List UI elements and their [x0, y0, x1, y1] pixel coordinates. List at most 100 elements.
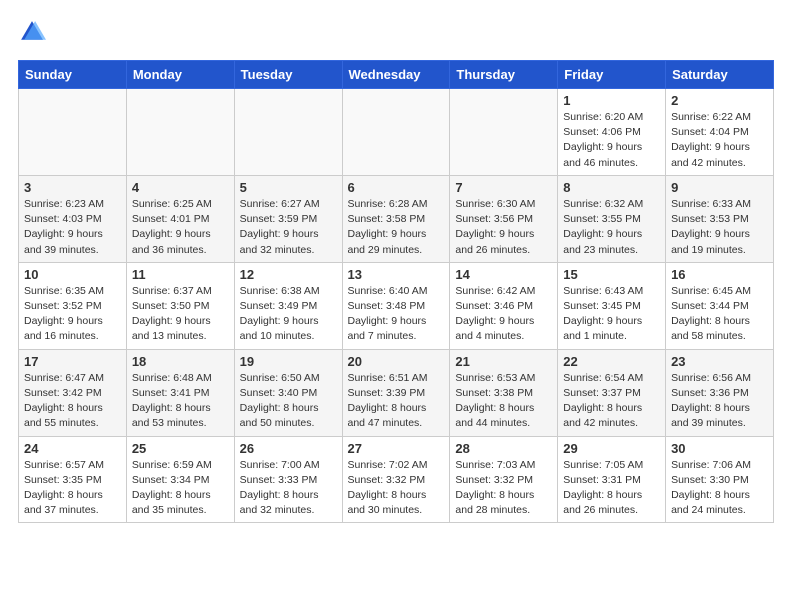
- day-info: Sunrise: 6:20 AM Sunset: 4:06 PM Dayligh…: [563, 110, 660, 171]
- calendar-cell: [19, 89, 127, 176]
- day-info: Sunrise: 7:00 AM Sunset: 3:33 PM Dayligh…: [240, 458, 337, 519]
- calendar-cell: [234, 89, 342, 176]
- day-info: Sunrise: 6:50 AM Sunset: 3:40 PM Dayligh…: [240, 371, 337, 432]
- day-info: Sunrise: 6:37 AM Sunset: 3:50 PM Dayligh…: [132, 284, 229, 345]
- day-info: Sunrise: 6:48 AM Sunset: 3:41 PM Dayligh…: [132, 371, 229, 432]
- calendar-cell: 27 Sunrise: 7:02 AM Sunset: 3:32 PM Dayli…: [342, 436, 450, 523]
- calendar-cell: 3 Sunrise: 6:23 AM Sunset: 4:03 PM Daylig…: [19, 175, 127, 262]
- day-number: 14: [455, 267, 552, 282]
- day-info: Sunrise: 6:47 AM Sunset: 3:42 PM Dayligh…: [24, 371, 121, 432]
- calendar-cell: 24Sunrise: 6:57 AM Sunset: 3:35 PM Dayli…: [19, 436, 127, 523]
- day-number: 13: [348, 267, 445, 282]
- calendar-cell: 18 Sunrise: 6:48 AM Sunset: 3:41 PM Dayli…: [126, 349, 234, 436]
- day-number: 7: [455, 180, 552, 195]
- calendar-week-row: 24Sunrise: 6:57 AM Sunset: 3:35 PM Dayli…: [19, 436, 774, 523]
- calendar-header-tuesday: Tuesday: [234, 61, 342, 89]
- calendar-cell: 4Sunrise: 6:25 AM Sunset: 4:01 PM Daylig…: [126, 175, 234, 262]
- calendar-cell: 25Sunrise: 6:59 AM Sunset: 3:34 PM Dayli…: [126, 436, 234, 523]
- day-info: Sunrise: 6:30 AM Sunset: 3:56 PM Dayligh…: [455, 197, 552, 258]
- calendar-cell: 8 Sunrise: 6:32 AM Sunset: 3:55 PM Daylig…: [558, 175, 666, 262]
- day-info: Sunrise: 6:53 AM Sunset: 3:38 PM Dayligh…: [455, 371, 552, 432]
- day-info: Sunrise: 6:51 AM Sunset: 3:39 PM Dayligh…: [348, 371, 445, 432]
- calendar-cell: 11 Sunrise: 6:37 AM Sunset: 3:50 PM Dayli…: [126, 262, 234, 349]
- calendar-cell: 17 Sunrise: 6:47 AM Sunset: 3:42 PM Dayli…: [19, 349, 127, 436]
- calendar-week-row: 17 Sunrise: 6:47 AM Sunset: 3:42 PM Dayli…: [19, 349, 774, 436]
- day-number: 15: [563, 267, 660, 282]
- logo-icon: [18, 18, 46, 46]
- day-info: Sunrise: 6:28 AM Sunset: 3:58 PM Dayligh…: [348, 197, 445, 258]
- page: SundayMondayTuesdayWednesdayThursdayFrid…: [0, 0, 792, 533]
- logo: [18, 18, 50, 46]
- day-info: Sunrise: 6:38 AM Sunset: 3:49 PM Dayligh…: [240, 284, 337, 345]
- calendar-cell: [126, 89, 234, 176]
- day-number: 9: [671, 180, 768, 195]
- calendar-cell: 9 Sunrise: 6:33 AM Sunset: 3:53 PM Daylig…: [666, 175, 774, 262]
- day-number: 28: [455, 441, 552, 456]
- calendar-cell: 26 Sunrise: 7:00 AM Sunset: 3:33 PM Dayli…: [234, 436, 342, 523]
- day-number: 19: [240, 354, 337, 369]
- calendar-cell: 30 Sunrise: 7:06 AM Sunset: 3:30 PM Dayli…: [666, 436, 774, 523]
- calendar-header-friday: Friday: [558, 61, 666, 89]
- day-info: Sunrise: 6:22 AM Sunset: 4:04 PM Dayligh…: [671, 110, 768, 171]
- header: [18, 18, 774, 46]
- day-number: 29: [563, 441, 660, 456]
- day-number: 1: [563, 93, 660, 108]
- day-info: Sunrise: 6:57 AM Sunset: 3:35 PM Dayligh…: [24, 458, 121, 519]
- day-info: Sunrise: 6:27 AM Sunset: 3:59 PM Dayligh…: [240, 197, 337, 258]
- calendar-cell: 19 Sunrise: 6:50 AM Sunset: 3:40 PM Dayli…: [234, 349, 342, 436]
- day-info: Sunrise: 6:40 AM Sunset: 3:48 PM Dayligh…: [348, 284, 445, 345]
- day-number: 27: [348, 441, 445, 456]
- calendar-cell: [342, 89, 450, 176]
- day-info: Sunrise: 7:05 AM Sunset: 3:31 PM Dayligh…: [563, 458, 660, 519]
- calendar-header-thursday: Thursday: [450, 61, 558, 89]
- calendar-cell: 5 Sunrise: 6:27 AM Sunset: 3:59 PM Daylig…: [234, 175, 342, 262]
- day-number: 4: [132, 180, 229, 195]
- day-number: 5: [240, 180, 337, 195]
- calendar-cell: 6 Sunrise: 6:28 AM Sunset: 3:58 PM Daylig…: [342, 175, 450, 262]
- calendar-week-row: 3 Sunrise: 6:23 AM Sunset: 4:03 PM Daylig…: [19, 175, 774, 262]
- day-number: 20: [348, 354, 445, 369]
- day-info: Sunrise: 6:54 AM Sunset: 3:37 PM Dayligh…: [563, 371, 660, 432]
- calendar-week-row: 10Sunrise: 6:35 AM Sunset: 3:52 PM Dayli…: [19, 262, 774, 349]
- day-number: 23: [671, 354, 768, 369]
- calendar-cell: 20 Sunrise: 6:51 AM Sunset: 3:39 PM Dayli…: [342, 349, 450, 436]
- day-number: 11: [132, 267, 229, 282]
- day-number: 26: [240, 441, 337, 456]
- day-info: Sunrise: 7:06 AM Sunset: 3:30 PM Dayligh…: [671, 458, 768, 519]
- day-number: 6: [348, 180, 445, 195]
- calendar-cell: 16 Sunrise: 6:45 AM Sunset: 3:44 PM Dayli…: [666, 262, 774, 349]
- calendar-header-wednesday: Wednesday: [342, 61, 450, 89]
- day-number: 30: [671, 441, 768, 456]
- day-info: Sunrise: 6:42 AM Sunset: 3:46 PM Dayligh…: [455, 284, 552, 345]
- day-info: Sunrise: 6:32 AM Sunset: 3:55 PM Dayligh…: [563, 197, 660, 258]
- day-info: Sunrise: 6:45 AM Sunset: 3:44 PM Dayligh…: [671, 284, 768, 345]
- day-number: 22: [563, 354, 660, 369]
- calendar-cell: 29 Sunrise: 7:05 AM Sunset: 3:31 PM Dayli…: [558, 436, 666, 523]
- calendar-cell: 28 Sunrise: 7:03 AM Sunset: 3:32 PM Dayli…: [450, 436, 558, 523]
- day-info: Sunrise: 7:02 AM Sunset: 3:32 PM Dayligh…: [348, 458, 445, 519]
- calendar-header-saturday: Saturday: [666, 61, 774, 89]
- day-number: 3: [24, 180, 121, 195]
- day-info: Sunrise: 6:23 AM Sunset: 4:03 PM Dayligh…: [24, 197, 121, 258]
- calendar-cell: 1 Sunrise: 6:20 AM Sunset: 4:06 PM Daylig…: [558, 89, 666, 176]
- day-info: Sunrise: 6:56 AM Sunset: 3:36 PM Dayligh…: [671, 371, 768, 432]
- day-number: 17: [24, 354, 121, 369]
- calendar-cell: 12Sunrise: 6:38 AM Sunset: 3:49 PM Dayli…: [234, 262, 342, 349]
- day-number: 2: [671, 93, 768, 108]
- day-number: 21: [455, 354, 552, 369]
- calendar-cell: 22 Sunrise: 6:54 AM Sunset: 3:37 PM Dayli…: [558, 349, 666, 436]
- day-info: Sunrise: 7:03 AM Sunset: 3:32 PM Dayligh…: [455, 458, 552, 519]
- calendar-cell: 2 Sunrise: 6:22 AM Sunset: 4:04 PM Daylig…: [666, 89, 774, 176]
- calendar-cell: 13 Sunrise: 6:40 AM Sunset: 3:48 PM Dayli…: [342, 262, 450, 349]
- calendar: SundayMondayTuesdayWednesdayThursdayFrid…: [18, 60, 774, 523]
- day-number: 10: [24, 267, 121, 282]
- calendar-cell: 21 Sunrise: 6:53 AM Sunset: 3:38 PM Dayli…: [450, 349, 558, 436]
- day-info: Sunrise: 6:33 AM Sunset: 3:53 PM Dayligh…: [671, 197, 768, 258]
- calendar-cell: 23 Sunrise: 6:56 AM Sunset: 3:36 PM Dayli…: [666, 349, 774, 436]
- calendar-cell: [450, 89, 558, 176]
- day-number: 8: [563, 180, 660, 195]
- calendar-cell: 14 Sunrise: 6:42 AM Sunset: 3:46 PM Dayli…: [450, 262, 558, 349]
- calendar-header-sunday: Sunday: [19, 61, 127, 89]
- day-number: 18: [132, 354, 229, 369]
- day-number: 16: [671, 267, 768, 282]
